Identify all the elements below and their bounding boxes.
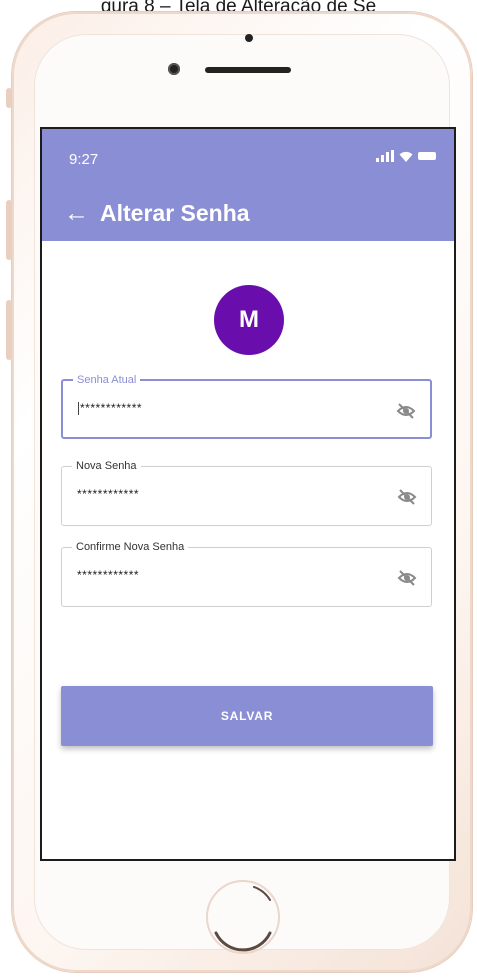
battery-icon: [418, 152, 436, 160]
page-title: Alterar Senha: [100, 200, 250, 226]
home-button: [206, 880, 280, 954]
avatar: M: [214, 285, 284, 355]
save-button[interactable]: SALVAR: [61, 686, 433, 746]
confirm-password-field[interactable]: Confirme Nova Senha ************: [61, 539, 432, 607]
avatar-initial: M: [239, 306, 259, 333]
volume-down-button: [6, 300, 12, 360]
volume-up-button: [6, 200, 12, 260]
eye-off-icon[interactable]: [397, 488, 417, 506]
proximity-sensor: [245, 34, 253, 42]
text-cursor: [78, 402, 79, 416]
current-password-label: Senha Atual: [73, 372, 141, 388]
app-bar: 9:27 ← Alterar Senha: [42, 129, 454, 241]
confirm-password-value: ************: [77, 568, 140, 582]
status-time: 9:27: [69, 151, 99, 168]
phone-screen: 9:27 ← Alterar Senha M Senha Atual *****…: [40, 127, 456, 861]
current-password-value: ************: [80, 401, 143, 415]
confirm-password-label: Confirme Nova Senha: [72, 539, 189, 555]
eye-off-icon[interactable]: [397, 569, 417, 587]
eye-off-icon[interactable]: [396, 402, 416, 420]
current-password-field[interactable]: Senha Atual ************: [61, 372, 432, 439]
arrow-left-icon[interactable]: ←: [64, 201, 89, 226]
earpiece-speaker: [205, 67, 291, 73]
signal-icon: [376, 150, 394, 162]
new-password-field[interactable]: Nova Senha ************: [61, 458, 432, 526]
status-icons: [376, 150, 436, 162]
new-password-label: Nova Senha: [72, 458, 141, 474]
wifi-icon: [399, 151, 413, 162]
new-password-value: ************: [77, 487, 140, 501]
mute-switch: [6, 88, 12, 108]
front-camera: [168, 63, 180, 75]
